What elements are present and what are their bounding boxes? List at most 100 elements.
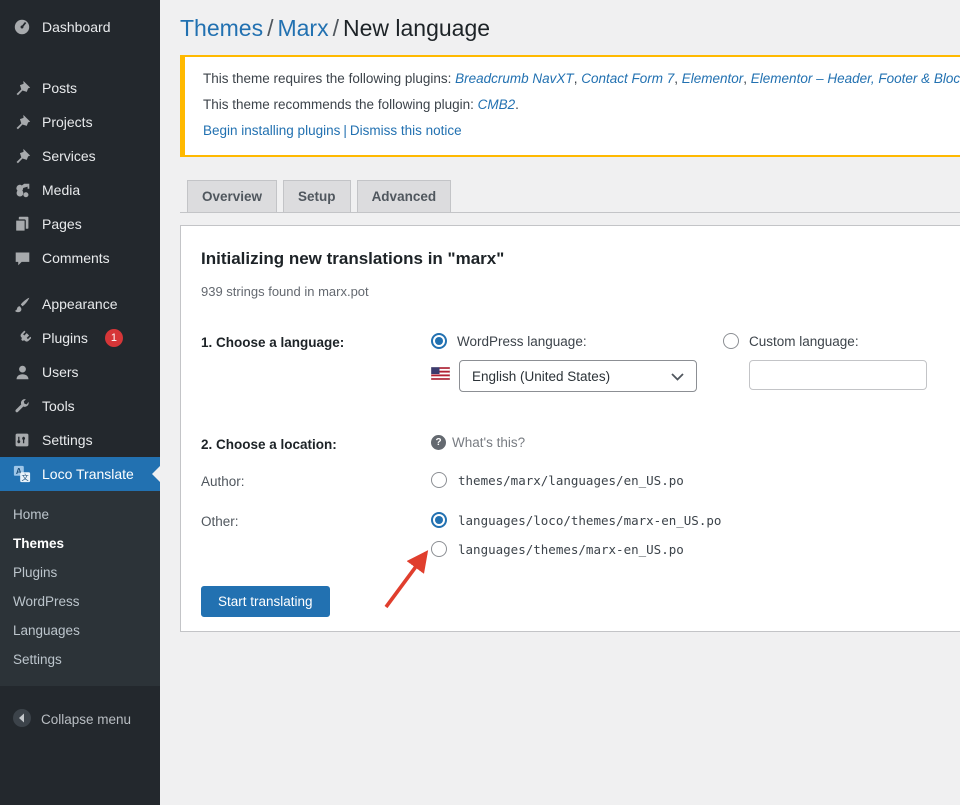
plugin-link[interactable]: Breadcrumb NavXT (455, 71, 574, 86)
other-location-radio-alt[interactable] (431, 541, 447, 557)
custom-language-option-label[interactable]: Custom language: (749, 334, 859, 349)
other-location-path-selected[interactable]: languages/loco/themes/marx-en_US.po (458, 513, 721, 528)
sidebar-item-pages[interactable]: Pages (0, 207, 160, 241)
sidebar-item-projects[interactable]: Projects (0, 105, 160, 139)
sidebar-item-loco-translate[interactable]: A文 Loco Translate (0, 457, 160, 491)
wordpress-language-option-label[interactable]: WordPress language: (457, 334, 587, 349)
breadcrumb: Themes/Marx/New language (160, 0, 960, 42)
sidebar-item-label: Pages (42, 216, 82, 232)
sidebar-item-posts[interactable]: Posts (0, 71, 160, 105)
sidebar-item-label: Comments (42, 250, 110, 266)
other-location-radio-selected[interactable] (431, 512, 447, 528)
sidebar-item-label: Users (42, 364, 79, 380)
plugin-icon (12, 328, 32, 348)
other-location-path-alt[interactable]: languages/themes/marx-en_US.po (458, 542, 684, 557)
plugin-link[interactable]: CMB2 (478, 97, 516, 112)
admin-sidebar: Dashboard Posts Projects Services Media (0, 0, 160, 805)
sidebar-item-label: Posts (42, 80, 77, 96)
submenu-item-home[interactable]: Home (0, 500, 160, 529)
submenu-item-plugins[interactable]: Plugins (0, 558, 160, 587)
choose-language-label: 1. Choose a language: (201, 333, 431, 350)
plugin-separator: , (743, 71, 751, 86)
breadcrumb-link-marx[interactable]: Marx (277, 15, 328, 41)
tab-bar: OverviewSetupAdvanced (180, 180, 960, 213)
author-location-radio[interactable] (431, 472, 447, 488)
chevron-down-icon (671, 369, 684, 384)
plugin-link[interactable]: Contact Form 7 (581, 71, 674, 86)
wp-admin-page: Dashboard Posts Projects Services Media (0, 0, 960, 805)
other-label: Other: (201, 512, 431, 529)
dashboard-icon (12, 17, 32, 37)
collapse-menu-label: Collapse menu (41, 712, 131, 727)
pushpin-icon (12, 112, 32, 132)
plugin-link[interactable]: Elementor – Header, Footer & Blocks Te (751, 71, 960, 86)
comment-icon (12, 248, 32, 268)
notice-required-line: This theme requires the following plugin… (203, 66, 960, 92)
sidebar-item-label: Services (42, 148, 96, 164)
notice-actions-line: Begin installing plugins|Dismiss this no… (203, 118, 960, 144)
pushpin-icon (12, 78, 32, 98)
language-select[interactable]: English (United States) (459, 360, 697, 392)
us-flag-icon (431, 367, 450, 385)
submenu-item-languages[interactable]: Languages (0, 616, 160, 645)
collapse-menu-button[interactable]: Collapse menu (0, 702, 160, 736)
sidebar-item-users[interactable]: Users (0, 355, 160, 389)
svg-text:文: 文 (22, 473, 29, 482)
submenu-item-settings[interactable]: Settings (0, 645, 160, 674)
sidebar-item-label: Tools (42, 398, 75, 414)
loco-translate-submenu: Home Themes Plugins WordPress Languages … (0, 491, 160, 686)
sidebar-item-dashboard[interactable]: Dashboard (0, 10, 160, 44)
strings-found-text: 939 strings found in marx.pot (201, 284, 960, 299)
sidebar-item-settings[interactable]: Settings (0, 423, 160, 457)
breadcrumb-separator: / (263, 15, 277, 41)
sidebar-item-label: Plugins (42, 330, 88, 346)
notice-required-prefix: This theme requires the following plugin… (203, 71, 455, 86)
dismiss-notice-link[interactable]: Dismiss this notice (350, 123, 462, 138)
begin-installing-plugins-link[interactable]: Begin installing plugins (203, 123, 340, 138)
other-location-row: Other: languages/loco/themes/marx-en_US.… (201, 512, 960, 557)
collapse-arrow-icon (12, 708, 32, 731)
sidebar-item-label: Settings (42, 432, 93, 448)
author-label: Author: (201, 472, 431, 489)
custom-language-input[interactable] (749, 360, 927, 390)
sidebar-item-comments[interactable]: Comments (0, 241, 160, 275)
sidebar-item-services[interactable]: Services (0, 139, 160, 173)
whats-this-link[interactable]: ? What's this? (431, 435, 723, 450)
plugin-link[interactable]: Elementor (682, 71, 744, 86)
breadcrumb-separator: / (329, 15, 343, 41)
sidebar-item-appearance[interactable]: Appearance (0, 287, 160, 321)
sidebar-item-tools[interactable]: Tools (0, 389, 160, 423)
translate-icon: A文 (12, 464, 32, 484)
sidebar-item-label: Dashboard (42, 19, 111, 35)
sidebar-item-media[interactable]: Media (0, 173, 160, 207)
pages-icon (12, 214, 32, 234)
help-icon: ? (431, 435, 446, 450)
sidebar-item-label: Media (42, 182, 80, 198)
admin-content: Themes/Marx/New language This theme requ… (160, 0, 960, 805)
sidebar-item-plugins[interactable]: Plugins 1 (0, 321, 160, 355)
author-location-path[interactable]: themes/marx/languages/en_US.po (458, 473, 684, 488)
brush-icon (12, 294, 32, 314)
pushpin-icon (12, 146, 32, 166)
new-language-panel: Initializing new translations in "marx" … (180, 225, 960, 632)
actions-separator: | (340, 123, 350, 138)
tab-advanced[interactable]: Advanced (357, 180, 452, 212)
tab-overview[interactable]: Overview (187, 180, 277, 212)
choose-location-row: 2. Choose a location: ? What's this? (201, 435, 960, 452)
sidebar-item-label: Loco Translate (42, 466, 134, 482)
tab-setup[interactable]: Setup (283, 180, 351, 212)
custom-language-radio[interactable] (723, 333, 739, 349)
user-icon (12, 362, 32, 382)
plugin-separator: , (674, 71, 682, 86)
media-icon (12, 180, 32, 200)
submenu-item-wordpress[interactable]: WordPress (0, 587, 160, 616)
choose-location-label: 2. Choose a location: (201, 435, 431, 452)
whats-this-label: What's this? (452, 435, 525, 450)
wordpress-language-radio[interactable] (431, 333, 447, 349)
notice-recommended-line: This theme recommends the following plug… (203, 92, 960, 118)
sidebar-item-label: Projects (42, 114, 93, 130)
submenu-item-themes[interactable]: Themes (0, 529, 160, 558)
notice-recommended-prefix: This theme recommends the following plug… (203, 97, 478, 112)
breadcrumb-link-themes[interactable]: Themes (180, 15, 263, 41)
start-translating-button[interactable]: Start translating (201, 586, 330, 617)
